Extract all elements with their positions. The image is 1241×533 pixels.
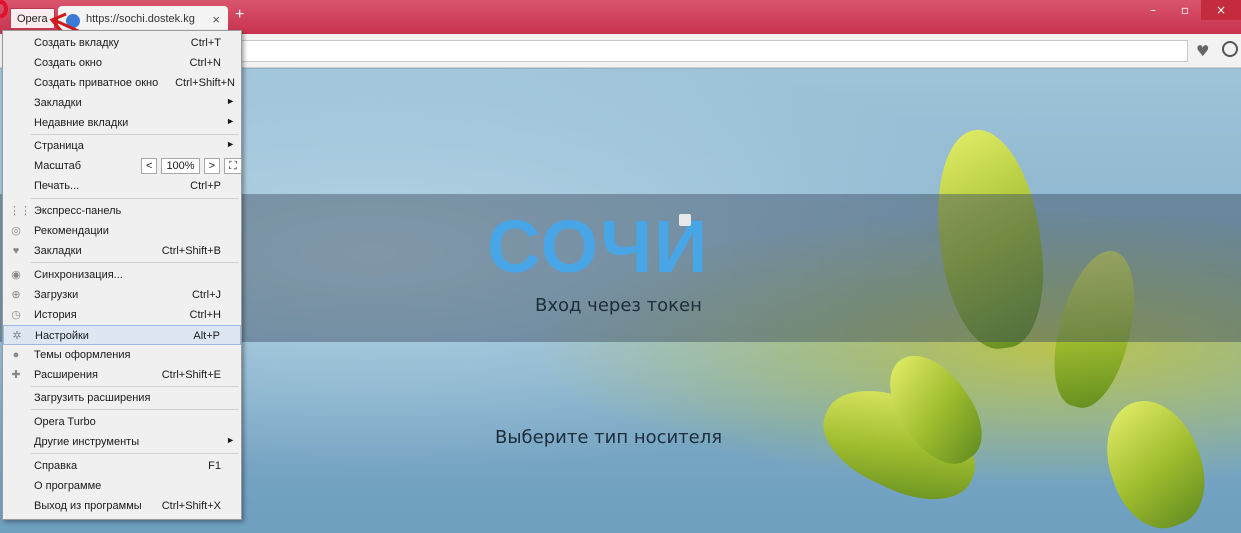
menu-new-private-window[interactable]: Создать приватное окно Ctrl+Shift+N	[3, 73, 241, 93]
zoom-out-button[interactable]: <	[141, 158, 158, 174]
sochi-logo: СОЧИ	[487, 205, 710, 288]
tab-close-icon[interactable]: ×	[212, 12, 220, 27]
account-icon[interactable]	[1222, 41, 1238, 57]
menu-recommendations[interactable]: ◎ Рекомендации	[3, 221, 241, 241]
menu-history[interactable]: ◷ История Ctrl+H	[3, 305, 241, 325]
menu-help[interactable]: Справка F1	[3, 456, 241, 476]
eye-icon: ◎	[11, 225, 21, 237]
token-login-text[interactable]: Вход через токен	[535, 295, 702, 316]
fullscreen-icon[interactable]: ⛶	[224, 158, 242, 174]
user-icon: ◉	[11, 269, 21, 281]
clock-icon: ◷	[11, 309, 21, 321]
chevron-right-icon: ►	[226, 96, 235, 106]
menu-opera-turbo[interactable]: Opera Turbo	[3, 412, 241, 432]
title-bar: Opera https://sochi.dostek.kg × + – ▫ ×	[0, 0, 1241, 34]
menu-downloads[interactable]: ⊕ Загрузки Ctrl+J	[3, 285, 241, 305]
heart-icon: ♥	[12, 245, 20, 257]
menu-separator	[31, 262, 239, 263]
menu-page[interactable]: Страница ►	[3, 136, 241, 156]
zoom-value: 100%	[161, 158, 200, 174]
zoom-in-button[interactable]: >	[203, 158, 221, 174]
menu-separator	[31, 198, 239, 199]
menu-settings[interactable]: ✲ Настройки Alt+P	[3, 325, 241, 345]
menu-recent-tabs[interactable]: Недавние вкладки ►	[3, 113, 241, 133]
menu-zoom: Масштаб < 100% > ⛶	[3, 156, 242, 176]
menu-separator	[31, 453, 239, 454]
new-tab-button[interactable]: +	[235, 6, 244, 24]
menu-exit[interactable]: Выход из программы Ctrl+Shift+X	[3, 496, 241, 516]
leaf-bud-image	[1090, 387, 1220, 533]
menu-themes[interactable]: ● Темы оформления	[3, 345, 241, 365]
zoom-control: < 100% > ⛶	[141, 158, 242, 174]
menu-extensions[interactable]: ✚ Расширения Ctrl+Shift+E	[3, 365, 241, 385]
chevron-right-icon: ►	[226, 116, 235, 126]
menu-more-tools[interactable]: Другие инструменты ►	[3, 432, 241, 452]
menu-new-window[interactable]: Создать окно Ctrl+N	[3, 53, 241, 73]
puzzle-icon: ✚	[11, 369, 21, 381]
maximize-button[interactable]: ▫	[1169, 0, 1201, 20]
window-controls: – ▫ ×	[1137, 0, 1241, 22]
gear-icon: ✲	[12, 330, 22, 342]
menu-sync[interactable]: ◉ Синхронизация...	[3, 265, 241, 285]
menu-bookmarks[interactable]: ♥ Закладки Ctrl+Shift+B	[3, 241, 241, 261]
menu-bookmarks-sub[interactable]: Закладки ►	[3, 93, 241, 113]
menu-print[interactable]: Печать... Ctrl+P	[3, 176, 241, 196]
menu-separator	[31, 134, 239, 135]
download-icon: ⊕	[11, 289, 21, 301]
opera-logo-icon[interactable]	[0, 0, 8, 18]
menu-get-extensions[interactable]: Загрузить расширения	[3, 388, 241, 408]
chevron-right-icon: ►	[226, 435, 235, 445]
bookmark-heart-icon[interactable]: ♥	[1196, 42, 1209, 60]
menu-about[interactable]: О программе	[3, 476, 241, 496]
grid-icon: ⋮⋮	[9, 205, 31, 217]
logo-menu-icon	[679, 214, 691, 226]
url-input[interactable]	[230, 40, 1188, 62]
chevron-right-icon: ►	[226, 139, 235, 149]
close-window-button[interactable]: ×	[1201, 0, 1241, 20]
menu-speed-dial[interactable]: ⋮⋮ Экспресс-панель	[3, 201, 241, 221]
menu-separator	[31, 409, 239, 410]
opera-main-menu: Создать вкладку Ctrl+T Создать окно Ctrl…	[2, 30, 242, 520]
minimize-button[interactable]: –	[1137, 0, 1169, 20]
drop-icon: ●	[12, 349, 20, 361]
menu-new-tab[interactable]: Создать вкладку Ctrl+T	[3, 33, 241, 53]
menu-separator	[31, 386, 239, 387]
choose-media-text: Выберите тип носителя	[495, 427, 723, 448]
